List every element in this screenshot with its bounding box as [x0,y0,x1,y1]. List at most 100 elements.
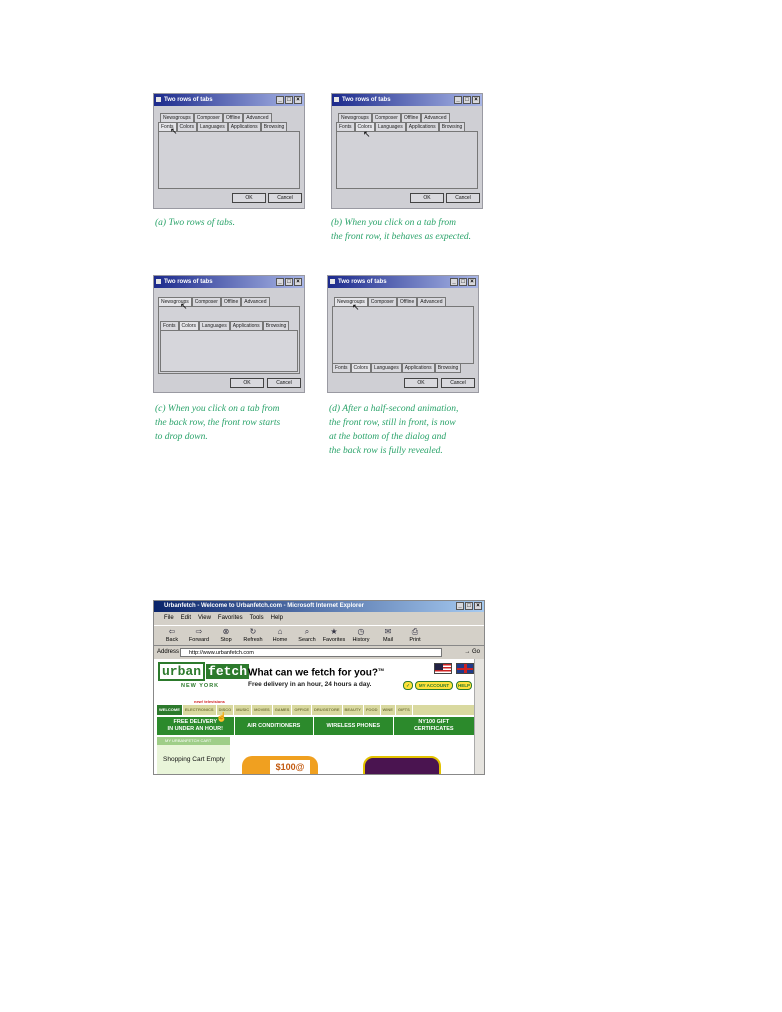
toolbar-favorites-button[interactable]: ★ Favorites [322,626,346,645]
maximize-icon[interactable]: □ [459,278,467,286]
tab-composer[interactable]: Composer [367,297,397,306]
tab-offline[interactable]: Offline [220,297,242,306]
tab-offline[interactable]: Offline [222,113,244,122]
tab-browsing[interactable]: Browsing [262,321,290,330]
tab-browsing[interactable]: Browsing [438,122,466,131]
tab-composer[interactable]: Composer [371,113,401,122]
tab-applications[interactable]: Applications [401,364,435,373]
nav-gifts[interactable]: GIFTS [396,705,413,715]
close-icon[interactable]: × [472,96,480,104]
promo-ad-banner[interactable]: $100@ [242,756,318,774]
tab-advanced[interactable]: Advanced [241,297,270,306]
ok-button[interactable]: OK [404,378,438,388]
toolbar-stop-button[interactable]: ⊗ Stop [214,626,238,645]
tab-newsgroups[interactable]: Newsgroups [338,113,372,122]
tab-applications[interactable]: Applications [405,122,439,131]
nav-food[interactable]: FOOD [364,705,381,715]
tab-languages[interactable]: Languages [370,364,402,373]
help-button[interactable]: HELP [456,681,472,690]
vertical-scrollbar[interactable] [474,659,484,774]
maximize-icon[interactable]: □ [285,278,293,286]
us-flag-icon[interactable] [434,663,452,674]
tab-advanced[interactable]: Advanced [243,113,272,122]
toolbar-refresh-button[interactable]: ↻ Refresh [241,626,265,645]
tab-applications[interactable]: Applications [229,321,263,330]
ok-button[interactable]: OK [230,378,264,388]
nav-welcome[interactable]: WELCOME [157,705,183,715]
menu-tools[interactable]: Tools [250,613,264,624]
tab-languages[interactable]: Languages [374,122,406,131]
shopping-cart[interactable]: Shopping Cart Empty [157,745,230,774]
tab-colors[interactable]: Colors [350,364,371,373]
tab-colors[interactable]: Colors [178,321,199,330]
tab-browsing[interactable]: Browsing [434,364,462,373]
toolbar-history-button[interactable]: ◷ History [349,626,373,645]
tab-composer[interactable]: Composer [193,113,223,122]
browser-window: Urbanfetch - Welcome to Urbanfetch.com -… [153,600,485,775]
cancel-button[interactable]: Cancel [268,193,302,203]
promo-gift-certificates[interactable]: NY100 GIFT CERTIFICATES [394,717,475,735]
tab-offline[interactable]: Offline [396,297,418,306]
nav-wine[interactable]: WINE [381,705,396,715]
minimize-icon[interactable]: _ [276,278,284,286]
tab-browsing[interactable]: Browsing [260,122,288,131]
cancel-button[interactable]: Cancel [446,193,480,203]
nav-electronics[interactable]: ELECTRONICS [183,705,217,715]
toolbar-mail-button[interactable]: ✉ Mail [376,626,400,645]
tab-applications[interactable]: Applications [227,122,261,131]
toolbar-forward-button[interactable]: ⇨ Forward [187,626,211,645]
nav-movies[interactable]: MOVIES [252,705,273,715]
tab-fonts[interactable]: Fonts [332,364,351,373]
tab-advanced[interactable]: Advanced [417,297,446,306]
promo-wireless-phones[interactable]: WIRELESS PHONES [314,717,394,735]
tab-newsgroups[interactable]: Newsgroups [334,297,368,306]
minimize-icon[interactable]: _ [276,96,284,104]
toolbar-home-button[interactable]: ⌂ Home [268,626,292,645]
go-button[interactable]: → Go [464,647,480,658]
nav-music[interactable]: MUSIC [234,705,253,715]
cancel-button[interactable]: Cancel [441,378,475,388]
close-icon[interactable]: × [468,278,476,286]
menu-file[interactable]: File [164,613,174,624]
close-icon[interactable]: × [474,602,482,610]
ok-button[interactable]: OK [232,193,266,203]
nav-office[interactable]: OFFICE [292,705,313,715]
tab-colors[interactable]: Colors [176,122,197,131]
maximize-icon[interactable]: □ [285,96,293,104]
minimize-icon[interactable]: _ [450,278,458,286]
nav-drugstore[interactable]: DRUGSTORE [312,705,343,715]
maximize-icon[interactable]: □ [465,602,473,610]
minimize-icon[interactable]: _ [456,602,464,610]
category-nav: WELCOME ELECTRONICS DISCO MUSIC MOVIES G… [157,705,475,715]
tab-fonts[interactable]: Fonts [160,321,179,330]
my-account-button[interactable]: MY ACCOUNT [415,681,453,690]
toolbar-back-button[interactable]: ⇦ Back [160,626,184,645]
promo-air-conditioners[interactable]: AIR CONDITIONERS [235,717,315,735]
promo-ad-purple[interactable] [363,756,441,774]
close-icon[interactable]: × [294,96,302,104]
tab-advanced[interactable]: Advanced [421,113,450,122]
tab-languages[interactable]: Languages [198,321,230,330]
cancel-button[interactable]: Cancel [267,378,301,388]
tab-offline[interactable]: Offline [400,113,422,122]
logo-fetch: fetch [206,664,250,679]
minimize-icon[interactable]: _ [454,96,462,104]
urbanfetch-logo[interactable]: urban fetch [158,662,250,681]
tab-newsgroups[interactable]: Newsgroups [160,113,194,122]
tab-fonts[interactable]: Fonts [336,122,355,131]
toolbar-print-button[interactable]: ⎙ Print [403,626,427,645]
menu-help[interactable]: Help [271,613,283,624]
maximize-icon[interactable]: □ [463,96,471,104]
nav-games[interactable]: GAMES [273,705,293,715]
toolbar-search-button[interactable]: ⌕ Search [295,626,319,645]
menu-view[interactable]: View [198,613,211,624]
menu-edit[interactable]: Edit [181,613,191,624]
tab-composer[interactable]: Composer [191,297,221,306]
address-input[interactable]: http://www.urbanfetch.com [180,648,442,657]
tab-languages[interactable]: Languages [196,122,228,131]
uk-flag-icon[interactable] [456,663,474,674]
ok-button[interactable]: OK [410,193,444,203]
close-icon[interactable]: × [294,278,302,286]
nav-beauty[interactable]: BEAUTY [343,705,364,715]
menu-favorites[interactable]: Favorites [218,613,243,624]
